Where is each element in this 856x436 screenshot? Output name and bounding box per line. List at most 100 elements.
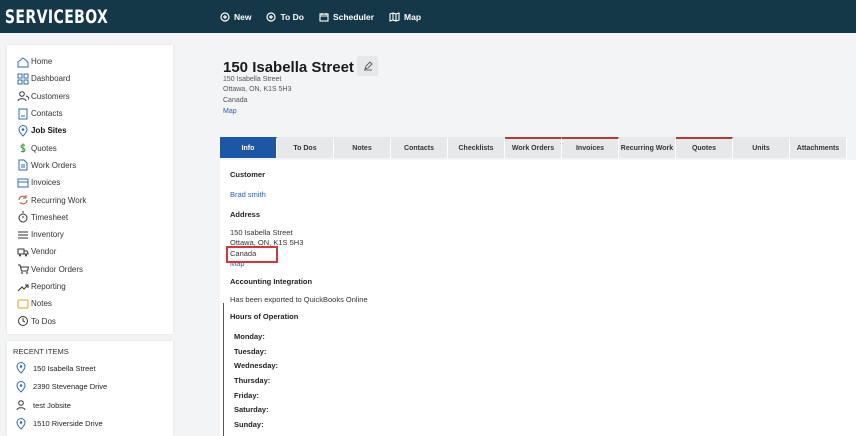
plus-circle-icon [220, 11, 230, 22]
sidebar-item-job-sites[interactable]: Job Sites [7, 122, 173, 139]
recent-items-list: 150 Isabella Street 2390 Stevenage Drive t… [7, 359, 173, 433]
sidebar-item-timesheet[interactable]: Timesheet [7, 209, 173, 226]
scheduler-button[interactable]: Scheduler [319, 12, 374, 22]
sidebar-item-dashboard[interactable]: Dashboard [7, 70, 173, 87]
sidebar-item-label: To Dos [31, 316, 56, 326]
sidebar-item-label: Customers [31, 91, 70, 101]
document-icon [18, 159, 28, 171]
contacts-icon [18, 108, 28, 120]
sidebar-item-home[interactable]: Home [7, 53, 173, 70]
sidebar-item-invoices[interactable]: Invoices [7, 174, 173, 191]
recent-item[interactable]: test Jobsite [7, 396, 173, 415]
recent-item[interactable]: 150 Isabella Street [7, 359, 173, 378]
tab-contacts[interactable]: Contacts [391, 137, 448, 158]
dashboard-icon [17, 73, 29, 85]
top-bar: SERVICEBOX New To Do Scheduler Map [0, 0, 856, 33]
recent-item-label: test Jobsite [33, 400, 71, 410]
location-pin-icon [18, 124, 28, 137]
day-tuesday: Tuesday: [234, 347, 267, 356]
recent-item-label: 1510 Riverside Drive [33, 419, 103, 429]
sidebar-item-contacts[interactable]: Contacts [7, 105, 173, 122]
note-icon-wrap [17, 298, 29, 310]
address-line-3: Canada [223, 97, 248, 104]
tab-units[interactable]: Units [733, 137, 790, 158]
highlight-box [226, 246, 278, 263]
invoice-icon-wrap [17, 177, 29, 189]
tab-notes[interactable]: Notes [334, 137, 391, 158]
address-line-1: 150 Isabella Street [223, 76, 282, 83]
day-thursday: Thursday: [234, 376, 271, 385]
tab-recurring-work[interactable]: Recurring Work [619, 137, 676, 158]
home-icon-wrap [17, 56, 29, 68]
recurring-icon [18, 195, 28, 205]
hours-heading: Hours of Operation [230, 312, 299, 321]
tab-invoices[interactable]: Invoices [562, 137, 619, 158]
stopwatch-icon [18, 211, 28, 223]
sidebar-item-label: Timesheet [31, 212, 69, 222]
recent-item[interactable]: 1510 Riverside Drive [7, 415, 173, 434]
truck-icon-wrap [17, 246, 29, 258]
sidebar-item-to-dos[interactable]: To Dos [7, 312, 173, 329]
sidebar-item-quotes[interactable]: Quotes [7, 139, 173, 156]
address-line-2: Ottawa, ON, K1S 5H3 [223, 86, 292, 93]
tab-to-dos[interactable]: To Dos [277, 137, 334, 158]
divider-line [223, 303, 224, 436]
sidebar-item-customers[interactable]: Customers [7, 88, 173, 105]
sidebar-item-label: Vendor [31, 247, 57, 257]
recent-item-label: 2390 Stevenage Drive [33, 382, 108, 392]
cart-icon [18, 264, 29, 275]
calendar-icon [319, 12, 329, 22]
sidebar-item-work-orders[interactable]: Work Orders [7, 157, 173, 174]
brand-logo[interactable]: SERVICEBOX [0, 6, 180, 28]
list-icon [18, 231, 28, 239]
tab-quotes[interactable]: Quotes [676, 137, 733, 158]
location-pin-icon-wrap [15, 362, 27, 374]
location-pin-icon [16, 362, 26, 374]
day-wednesday: Wednesday: [234, 361, 279, 370]
recent-item-label: 150 Isabella Street [33, 363, 96, 373]
sidebar-item-label: Contacts [31, 109, 63, 119]
map-link[interactable]: Map [223, 108, 237, 115]
trend-icon-wrap [17, 281, 29, 293]
location-pin-icon-wrap [15, 417, 27, 430]
tab-work-orders[interactable]: Work Orders [505, 137, 562, 158]
edit-icon [363, 61, 373, 71]
sidebar-item-vendor-orders[interactable]: Vendor Orders [7, 261, 173, 278]
customer-link[interactable]: Brad smith [230, 190, 266, 199]
invoice-icon [17, 178, 29, 188]
clock-icon-wrap [17, 315, 29, 327]
main-content: 150 Isabella Street 150 Isabella Street … [220, 33, 856, 436]
todo-button[interactable]: To Do [266, 11, 304, 22]
sidebar-item-label: Recurring Work [31, 195, 87, 205]
recent-item[interactable]: 2390 Stevenage Drive [7, 378, 173, 397]
sidebar-item-recurring-work[interactable]: Recurring Work [7, 191, 173, 208]
sidebar-item-label: Notes [31, 299, 52, 309]
sidebar: Home Dashboard Customers Contacts Job Sites Q… [7, 45, 173, 334]
stopwatch-icon-wrap [17, 211, 29, 223]
day-monday: Monday: [234, 332, 265, 341]
sidebar-item-label: Reporting [31, 282, 66, 291]
page-title: 150 Isabella Street [223, 59, 354, 76]
user-icon [16, 400, 26, 411]
new-button[interactable]: New [220, 12, 251, 22]
sidebar-item-inventory[interactable]: Inventory [7, 226, 173, 243]
sidebar-item-vendor[interactable]: Vendor [7, 243, 173, 260]
tab-checklists[interactable]: Checklists [448, 137, 505, 158]
map-button[interactable]: Map [389, 12, 421, 22]
plus-circle-icon [266, 11, 277, 22]
location-pin-icon [16, 380, 26, 393]
tab-info[interactable]: Info [220, 137, 277, 158]
tab-bar: Info To Dos Notes Contacts Checklists Work Or… [220, 137, 847, 158]
accounting-heading: Accounting Integration [230, 277, 313, 286]
location-pin-icon [16, 417, 26, 430]
info-panel: Customer Brad smith Address 150 Isabella… [220, 160, 856, 436]
trend-icon [17, 284, 29, 291]
dollar-icon-wrap [17, 142, 29, 154]
tab-attachments[interactable]: Attachments [790, 137, 847, 158]
dashboard-icon-wrap [17, 73, 29, 85]
new-label: New [234, 11, 252, 22]
sidebar-item-reporting[interactable]: Reporting [7, 278, 173, 295]
sidebar-item-notes[interactable]: Notes [7, 295, 173, 312]
edit-button[interactable] [357, 56, 378, 76]
location-pin-icon-wrap [17, 124, 29, 137]
